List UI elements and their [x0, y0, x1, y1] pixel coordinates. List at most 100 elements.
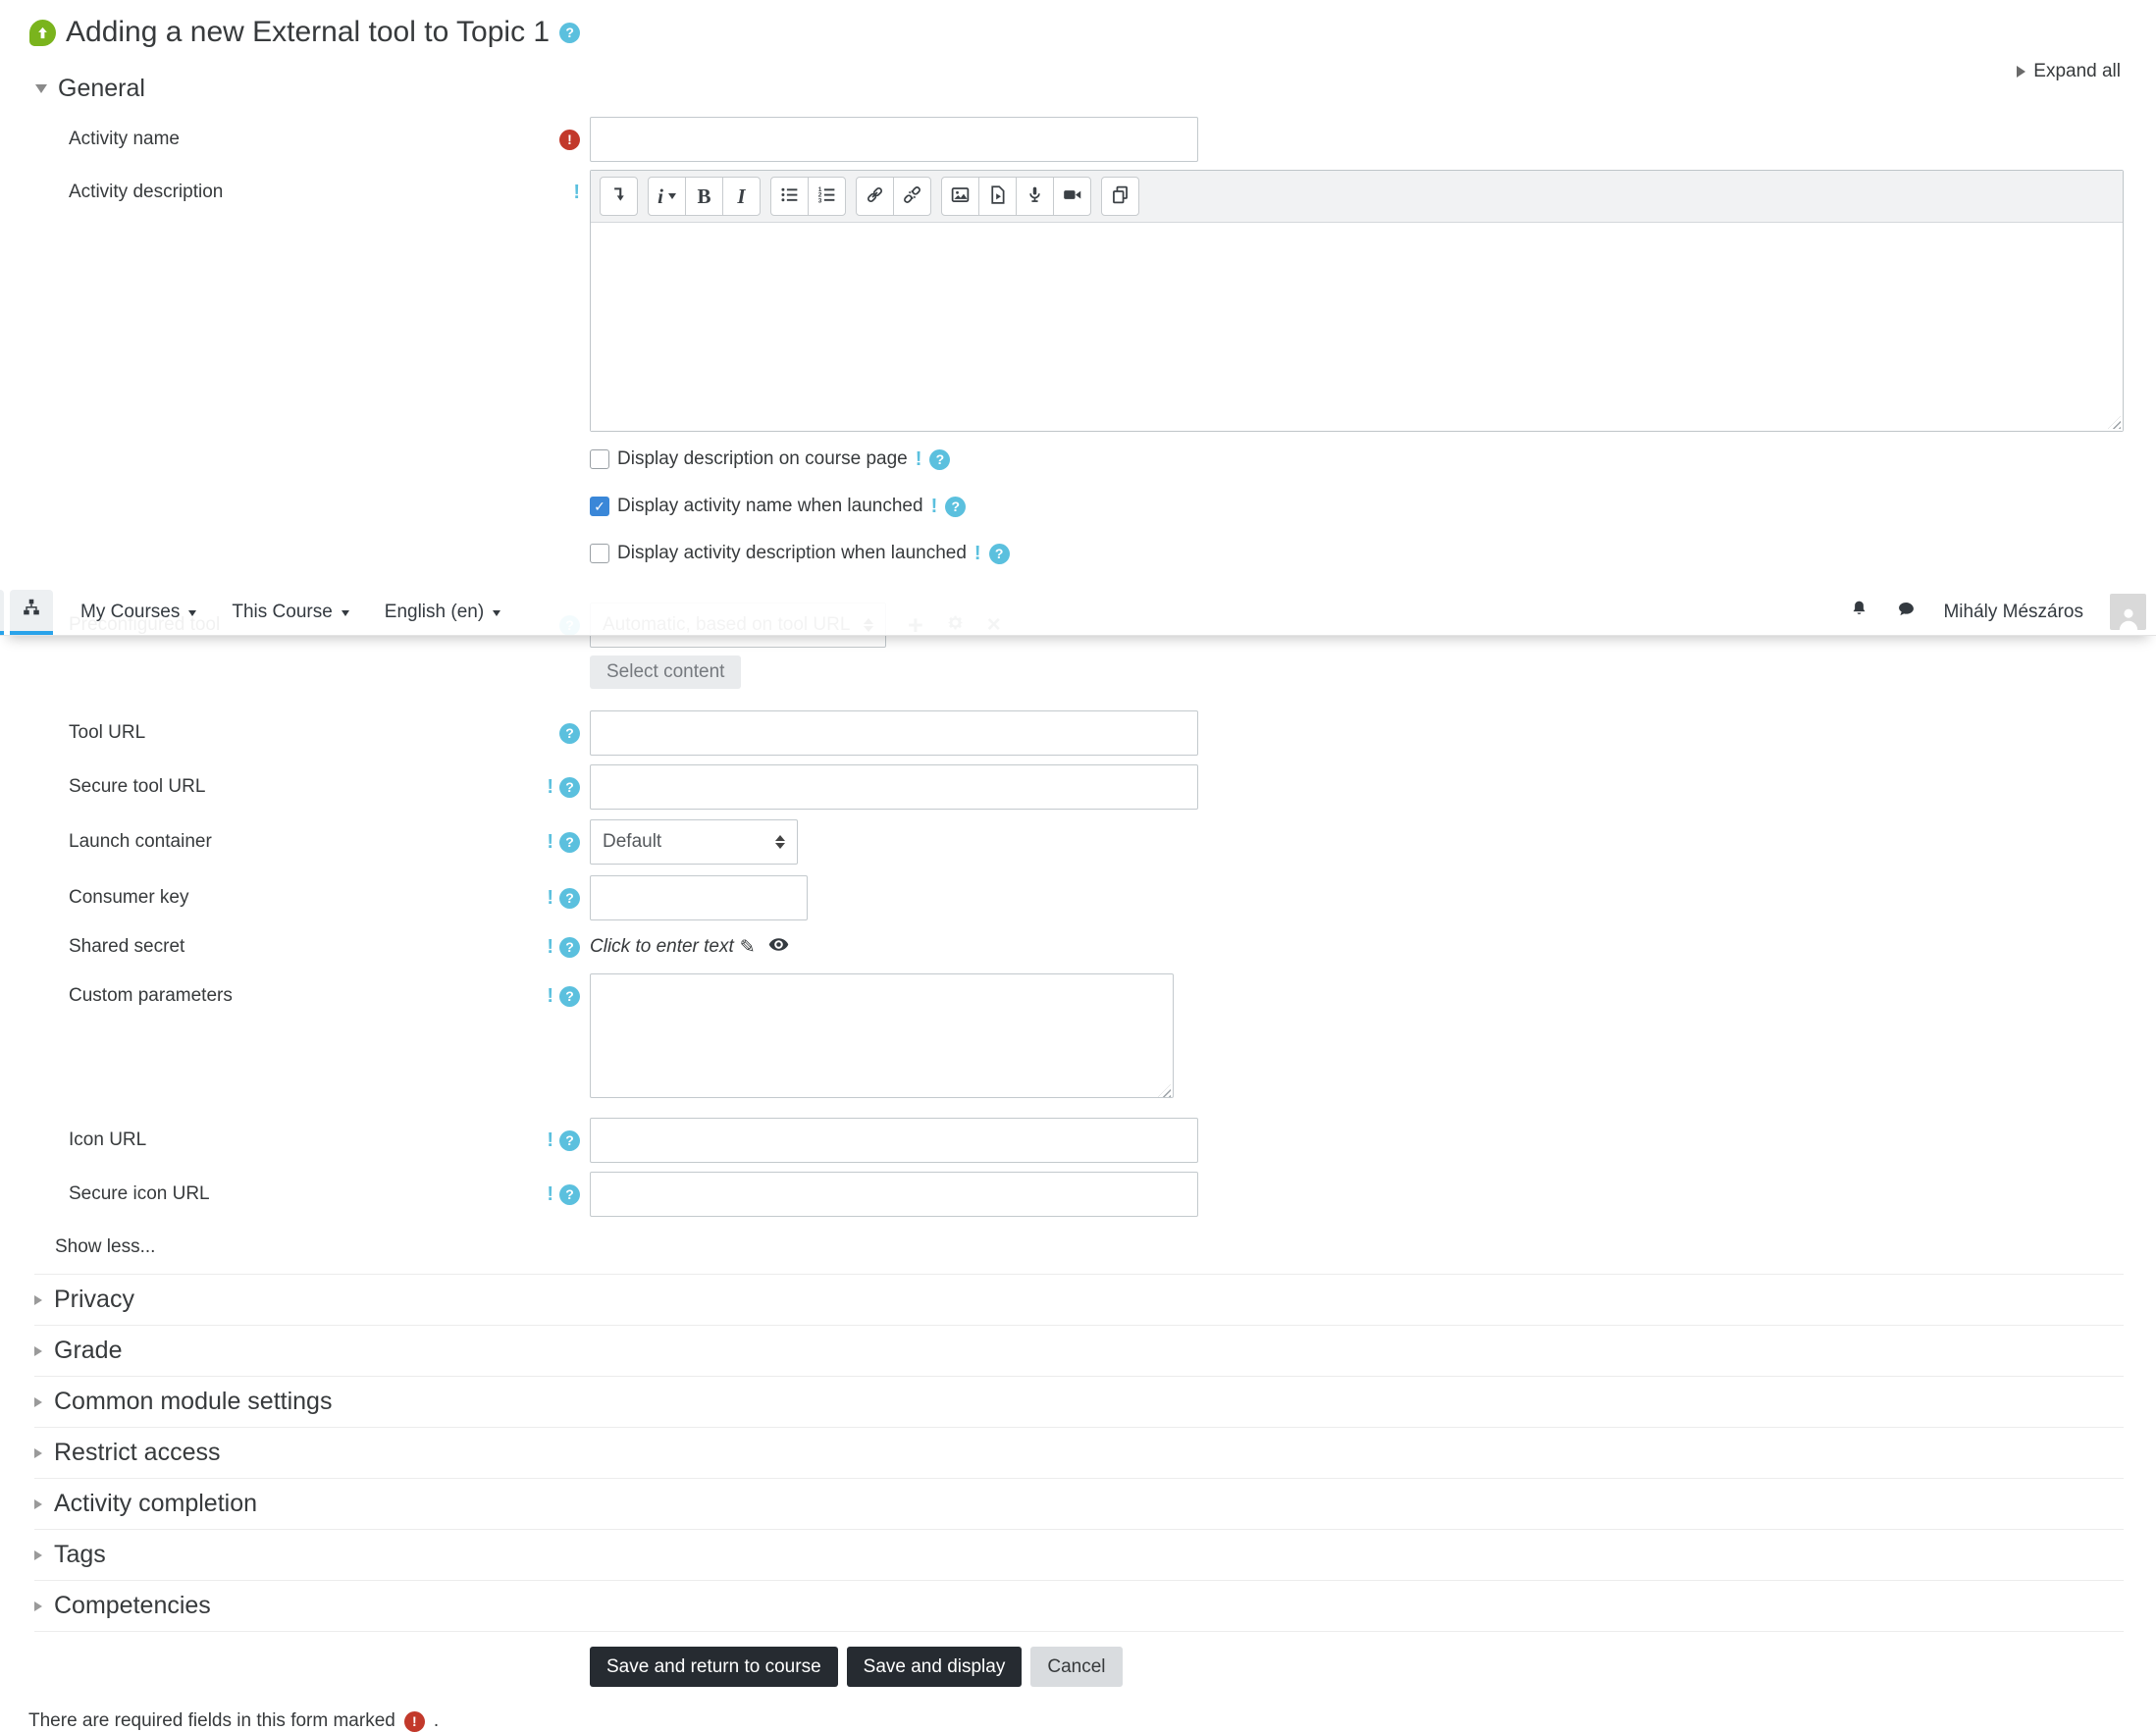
section-title: Competencies: [54, 1592, 211, 1619]
help-icon[interactable]: [988, 543, 1010, 564]
tool-url-input[interactable]: [590, 710, 1198, 756]
ordered-list-button[interactable]: 123: [808, 177, 846, 216]
editor-toolbar-toggle-button[interactable]: [600, 177, 638, 216]
custom-parameters-label: Custom parameters: [69, 985, 233, 1006]
user-name[interactable]: Mihály Mészáros: [1943, 602, 2083, 623]
display-activity-description-checkbox[interactable]: [590, 544, 609, 563]
eye-icon[interactable]: [756, 933, 790, 962]
advanced-icon: [547, 986, 553, 1006]
bold-icon: B: [697, 184, 711, 208]
consumer-key-input[interactable]: [590, 875, 808, 920]
section-restrict-access[interactable]: Restrict access: [34, 1428, 2124, 1479]
icon-url-row: Icon URL: [0, 1118, 2156, 1163]
secure-icon-url-input[interactable]: [590, 1172, 1198, 1217]
record-video-button[interactable]: [1053, 177, 1091, 216]
section-tags[interactable]: Tags: [34, 1530, 2124, 1581]
section-title: Privacy: [54, 1286, 134, 1313]
section-title: Grade: [54, 1337, 123, 1364]
nav-my-courses[interactable]: My Courses: [80, 602, 197, 623]
resize-grip-icon[interactable]: [2108, 416, 2121, 429]
editor-bold-button[interactable]: B: [685, 177, 723, 216]
nav-tab-cut[interactable]: [0, 590, 4, 635]
section-general-header[interactable]: General: [35, 75, 2156, 103]
activity-name-label: Activity name: [69, 129, 180, 149]
required-note-suffix: .: [433, 1710, 440, 1731]
help-icon[interactable]: [945, 496, 967, 517]
activity-description-label: Activity description: [69, 182, 224, 202]
section-grade[interactable]: Grade: [34, 1326, 2124, 1377]
shared-secret-row: Shared secret Click to enter text ✎: [0, 933, 2156, 961]
save-and-return-button[interactable]: Save and return to course: [590, 1647, 838, 1687]
help-icon[interactable]: [559, 776, 580, 798]
editor-italic-button[interactable]: I: [722, 177, 761, 216]
save-and-display-button[interactable]: Save and display: [846, 1647, 1023, 1687]
show-less-link[interactable]: Show less...: [55, 1236, 2156, 1258]
italic-icon: I: [737, 184, 746, 208]
help-icon[interactable]: [559, 1183, 580, 1205]
caret-down-icon: [341, 609, 349, 616]
advanced-icon: [916, 449, 922, 469]
nav-tab-sitemap[interactable]: [10, 590, 53, 635]
chevron-down-icon: [35, 84, 47, 93]
display-description-checkbox[interactable]: [590, 449, 609, 469]
manage-files-button[interactable]: [1101, 177, 1139, 216]
nav-this-course[interactable]: This Course: [232, 601, 349, 623]
nav-menu: My Courses This Course English (en): [80, 589, 501, 635]
insert-media-button[interactable]: [978, 177, 1017, 216]
activity-name-input[interactable]: [590, 117, 1198, 162]
record-audio-button[interactable]: [1016, 177, 1054, 216]
image-icon: [950, 184, 971, 208]
launch-container-select[interactable]: Default: [590, 819, 798, 865]
caret-down-icon: [493, 609, 501, 616]
expand-all-link[interactable]: Expand all: [2017, 61, 2121, 82]
editor-paragraph-styles-button[interactable]: i: [648, 177, 686, 216]
section-common-module-settings[interactable]: Common module settings: [34, 1377, 2124, 1428]
display-activity-name-checkbox[interactable]: [590, 497, 609, 516]
shared-secret-value[interactable]: Click to enter text: [590, 936, 734, 958]
media-icon: [987, 184, 1008, 208]
section-activity-completion[interactable]: Activity completion: [34, 1479, 2124, 1530]
display-activity-description-row: Display activity description when launch…: [590, 542, 2156, 565]
section-competencies[interactable]: Competencies: [34, 1581, 2124, 1632]
select-arrows-icon: [775, 835, 785, 849]
paragraph-styles-icon: i: [657, 184, 663, 208]
help-icon[interactable]: [559, 1129, 580, 1151]
chevron-right-icon: [2017, 66, 2026, 78]
editor-link-button[interactable]: [856, 177, 894, 216]
page-help-icon[interactable]: [559, 22, 581, 43]
launch-container-label: Launch container: [69, 831, 212, 852]
nav-language[interactable]: English (en): [385, 602, 501, 623]
notifications-bell-icon[interactable]: [1849, 599, 1869, 625]
tool-url-row: Tool URL: [0, 710, 2156, 756]
editor-text-area[interactable]: [591, 223, 2123, 431]
consumer-key-row: Consumer key: [0, 875, 2156, 920]
display-activity-name-label: Display activity name when launched: [617, 496, 923, 516]
form-actions: Save and return to course Save and displ…: [590, 1647, 2156, 1687]
display-description-row: Display description on course page: [590, 447, 2156, 471]
secure-tool-url-input[interactable]: [590, 764, 1198, 810]
insert-image-button[interactable]: [941, 177, 979, 216]
avatar[interactable]: [2110, 594, 2146, 630]
help-icon[interactable]: [929, 448, 951, 470]
editor-unordered-list-button[interactable]: [770, 177, 809, 216]
help-icon[interactable]: [559, 831, 580, 853]
section-privacy[interactable]: Privacy: [34, 1275, 2124, 1326]
custom-parameters-textarea[interactable]: [590, 973, 1174, 1098]
nav-this-course-label: This Course: [232, 601, 333, 622]
messages-icon[interactable]: [1896, 599, 1917, 625]
help-icon[interactable]: [559, 936, 580, 958]
help-icon[interactable]: [559, 887, 580, 909]
help-icon[interactable]: [559, 985, 580, 1007]
custom-parameters-row: Custom parameters: [0, 973, 2156, 1104]
help-icon[interactable]: [559, 722, 580, 744]
unlink-icon-button[interactable]: [893, 177, 931, 216]
files-icon: [1110, 184, 1131, 208]
cancel-button[interactable]: Cancel: [1030, 1647, 1123, 1687]
chevron-right-icon: [34, 1396, 42, 1407]
advanced-icon: [547, 777, 553, 797]
rich-text-editor: i B I 123: [590, 170, 2124, 432]
icon-url-input[interactable]: [590, 1118, 1198, 1163]
launch-container-value: Default: [603, 831, 662, 852]
pencil-icon[interactable]: ✎: [740, 936, 756, 959]
select-content-button[interactable]: Select content: [590, 656, 742, 689]
